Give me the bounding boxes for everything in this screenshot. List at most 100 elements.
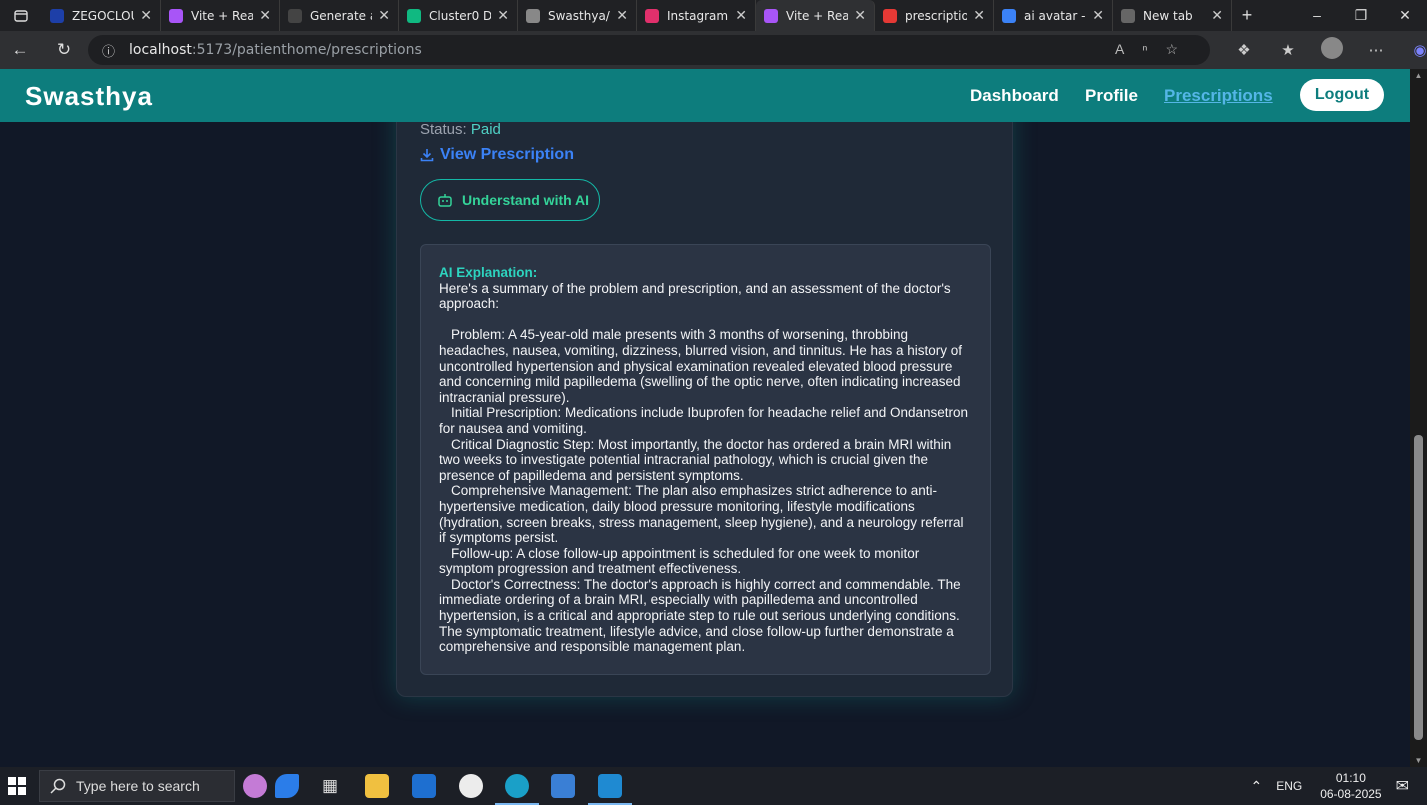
task-view-icon[interactable]: ▦ <box>318 774 342 798</box>
browser-tab[interactable]: ai avatar - Se ✕ <box>994 0 1113 31</box>
tab-close-icon[interactable]: ✕ <box>1211 8 1223 24</box>
tab-favicon-icon <box>1002 8 1016 23</box>
browser-tab[interactable]: Swasthya/Sw ✕ <box>518 0 637 31</box>
notifications-icon[interactable]: ✉ <box>1396 776 1409 796</box>
tab-favicon-icon <box>1121 8 1135 23</box>
search-icon <box>50 778 66 794</box>
file-explorer-icon[interactable] <box>365 774 389 798</box>
window-controls: – ❐ ✕ <box>1295 0 1427 31</box>
tab-close-icon[interactable]: ✕ <box>140 8 152 24</box>
tab-favicon-icon <box>288 8 302 23</box>
ai-point: Comprehensive Management: The plan also … <box>439 483 964 546</box>
tab-favicon-icon <box>407 8 421 23</box>
page-scrollbar[interactable]: ▲ ▼ <box>1410 69 1427 767</box>
status-value: Paid <box>470 122 501 138</box>
ai-point: Follow-up: A close follow-up appointment… <box>439 545 920 577</box>
tab-close-icon[interactable]: ✕ <box>854 8 866 24</box>
reload-icon[interactable]: ↻ <box>46 40 82 60</box>
snorkel-widget-icon[interactable] <box>243 774 267 798</box>
clock-date: 06-08-2025 <box>1320 787 1382 801</box>
search-placeholder: Type here to search <box>76 778 200 794</box>
logout-button[interactable]: Logout <box>1300 79 1384 111</box>
tab-favicon-icon <box>764 8 778 23</box>
nav-dashboard[interactable]: Dashboard <box>970 86 1059 106</box>
nav-profile[interactable]: Profile <box>1085 86 1138 106</box>
scroll-down-icon[interactable]: ▼ <box>1410 756 1427 765</box>
github-desktop-icon[interactable] <box>459 774 483 798</box>
ai-point: Problem: A 45-year-old male presents wit… <box>439 327 963 405</box>
understand-with-ai-label: Understand with AI <box>462 192 590 208</box>
tab-close-icon[interactable]: ✕ <box>735 8 747 24</box>
tab-actions-icon[interactable] <box>0 0 42 31</box>
browser-tab[interactable]: ZEGOCLOUD ✕ <box>42 0 161 31</box>
view-prescription-label: View Prescription <box>440 146 574 163</box>
read-aloud-favorite-icons[interactable]: Aⁿ☆ <box>1115 41 1196 58</box>
favorites-icon[interactable]: ★ <box>1266 41 1310 59</box>
tab-favicon-icon <box>883 8 897 23</box>
address-bar[interactable]: ⓘ localhost:5173/patienthome/prescriptio… <box>88 35 1210 65</box>
tab-title: Cluster0 Dat <box>429 8 492 23</box>
copilot-icon[interactable]: ◉ <box>1398 41 1427 59</box>
tray-chevron-icon[interactable]: ⌃ <box>1250 778 1262 795</box>
tab-close-icon[interactable]: ✕ <box>497 8 509 24</box>
tab-title: Instagram <box>667 8 729 23</box>
understand-with-ai-button[interactable]: Understand with AI <box>420 179 600 221</box>
ai-explanation-title: AI Explanation: <box>439 265 538 280</box>
brand-logo[interactable]: Swasthya <box>25 81 153 112</box>
extensions-icon[interactable]: ❖ <box>1222 41 1266 59</box>
tab-close-icon[interactable]: ✕ <box>973 8 985 24</box>
clock[interactable]: 01:10 06-08-2025 <box>1320 770 1381 802</box>
prescription-card: Status: Paid View Prescription Understan… <box>396 122 1013 697</box>
system-tray: ⌃ ENG 01:10 06-08-2025 ✉ <box>1250 767 1427 805</box>
vscode-icon[interactable] <box>588 774 632 805</box>
tab-title: Vite + React <box>191 8 254 23</box>
nav-prescriptions[interactable]: Prescriptions <box>1164 86 1273 106</box>
tab-title: Swasthya/Sw <box>548 8 610 23</box>
status-label: Status: <box>420 122 467 138</box>
taskbar-search[interactable]: Type here to search <box>39 770 235 802</box>
scroll-up-icon[interactable]: ▲ <box>1410 71 1427 80</box>
tab-close-icon[interactable]: ✕ <box>616 8 628 24</box>
remote-desktop-icon[interactable] <box>551 774 575 798</box>
tab-favicon-icon <box>169 8 183 23</box>
language-indicator[interactable]: ENG <box>1276 779 1302 793</box>
browser-tab[interactable]: Vite + React ✕ <box>161 0 280 31</box>
tab-close-icon[interactable]: ✕ <box>259 8 271 24</box>
tab-close-icon[interactable]: ✕ <box>1092 8 1104 24</box>
back-icon[interactable]: ← <box>2 40 38 60</box>
tab-title: prescription <box>905 8 968 23</box>
browser-tab-strip: ZEGOCLOUD✕Vite + React✕Generate a l✕Clus… <box>0 0 1427 31</box>
new-tab-button[interactable]: + <box>1232 5 1262 26</box>
tab-title: ai avatar - Se <box>1024 8 1086 23</box>
url-host: localhost <box>129 42 192 58</box>
browser-tab[interactable]: Vite + React ✕ <box>756 0 875 31</box>
browser-tab[interactable]: prescription ✕ <box>875 0 994 31</box>
brush-widget-icon[interactable] <box>275 774 299 798</box>
store-icon[interactable] <box>412 774 436 798</box>
more-options-icon[interactable]: ⋯ <box>1354 41 1398 59</box>
tab-favicon-icon <box>645 8 659 23</box>
browser-actions: ❖ ★ ⋯ ◉ <box>1222 31 1427 69</box>
tab-title: ZEGOCLOUD <box>72 8 134 23</box>
browser-tab[interactable]: Instagram ✕ <box>637 0 756 31</box>
windows-taskbar: Type here to search ▦ ⌃ ENG 01:10 06-08-… <box>0 767 1427 805</box>
windows-start-icon[interactable] <box>8 777 26 795</box>
close-window-icon[interactable]: ✕ <box>1383 0 1427 31</box>
ai-point: Critical Diagnostic Step: Most important… <box>439 436 952 483</box>
maximize-icon[interactable]: ❐ <box>1339 0 1383 31</box>
browser-tab[interactable]: New tab ✕ <box>1113 0 1232 31</box>
browser-tab[interactable]: Generate a l ✕ <box>280 0 399 31</box>
browser-tab[interactable]: Cluster0 Dat ✕ <box>399 0 518 31</box>
site-info-icon[interactable]: ⓘ <box>102 41 115 60</box>
url-path: :5173/patienthome/prescriptions <box>191 42 422 58</box>
scrollbar-thumb[interactable] <box>1414 435 1423 740</box>
download-icon <box>420 149 434 162</box>
tab-close-icon[interactable]: ✕ <box>378 8 390 24</box>
minimize-icon[interactable]: – <box>1295 0 1339 31</box>
view-prescription-link[interactable]: View Prescription <box>420 146 574 164</box>
ai-point: Initial Prescription: Medications includ… <box>439 405 969 436</box>
robot-icon <box>438 194 452 207</box>
tab-favicon-icon <box>526 8 540 23</box>
profile-avatar[interactable] <box>1310 37 1354 63</box>
edge-browser-icon[interactable] <box>495 774 539 805</box>
